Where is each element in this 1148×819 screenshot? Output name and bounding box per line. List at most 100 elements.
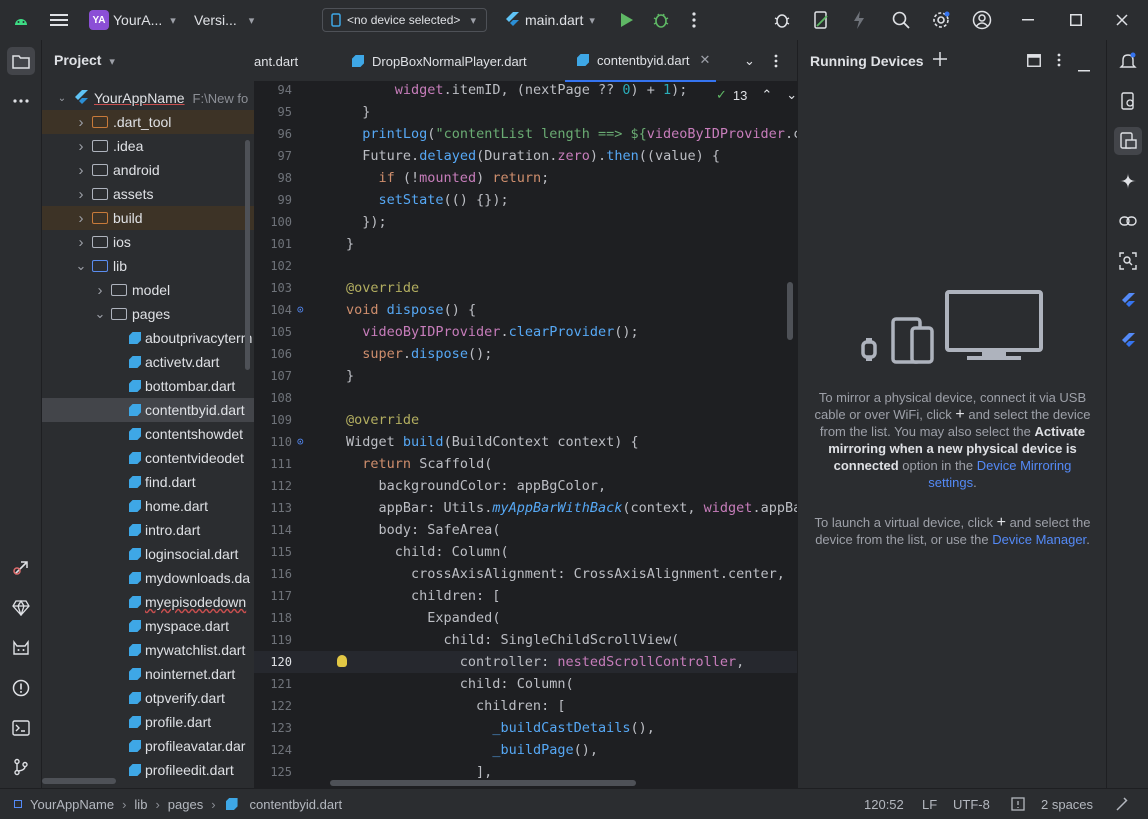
more-tools-icon[interactable] — [7, 87, 35, 115]
tree-item[interactable]: profile.dart — [42, 710, 254, 734]
git-branch-icon[interactable] — [7, 753, 35, 781]
file-encoding[interactable]: UTF-8 — [953, 797, 990, 812]
tree-item[interactable]: bottombar.dart — [42, 374, 254, 398]
breadcrumb-lib[interactable]: lib — [134, 797, 147, 812]
chevron-down-icon[interactable]: ⌄ — [92, 306, 108, 322]
code-line[interactable]: 103 @override — [254, 277, 797, 299]
tree-item[interactable]: intro.dart — [42, 518, 254, 542]
tree-item[interactable]: › model — [42, 278, 254, 302]
code-line[interactable]: 114 body: SafeArea( — [254, 519, 797, 541]
code-line[interactable]: 113 appBar: Utils.myAppBarWithBack(conte… — [254, 497, 797, 519]
inspection-widget[interactable]: ✓ 13 ⌃ ⌄ — [716, 84, 797, 106]
account-icon[interactable] — [972, 0, 992, 40]
gemini-sparkle-icon[interactable] — [1114, 167, 1142, 195]
flutter-performance-icon[interactable] — [1114, 327, 1142, 355]
code-line[interactable]: 98 if (!mounted) return; — [254, 167, 797, 189]
code-line[interactable]: 96 printLog("contentList length ==> ${vi… — [254, 123, 797, 145]
chevron-down-icon[interactable]: ⌄ — [73, 258, 89, 274]
search-icon[interactable] — [892, 0, 910, 40]
override-gutter-icon[interactable]: ⊙ — [297, 299, 304, 321]
tree-item[interactable]: mydownloads.da — [42, 566, 254, 590]
override-gutter-icon[interactable]: ⊙ — [297, 431, 304, 453]
tree-item[interactable]: ⌄ pages — [42, 302, 254, 326]
code-line[interactable]: 101} — [254, 233, 797, 255]
code-line[interactable]: 119 child: SingleChildScrollView( — [254, 629, 797, 651]
project-vertical-scrollbar[interactable] — [245, 140, 250, 370]
tab-dropboxnormalplayer[interactable]: DropBoxNormalPlayer.dart — [350, 40, 527, 82]
layout-inspector-icon[interactable] — [1114, 247, 1142, 275]
panel-layout-icon[interactable] — [1027, 54, 1041, 70]
hot-reload-icon[interactable] — [853, 0, 865, 40]
code-line[interactable]: 108 — [254, 387, 797, 409]
code-line[interactable]: 102 — [254, 255, 797, 277]
tree-item[interactable]: contentvideodet — [42, 446, 254, 470]
project-panel-title[interactable]: Project ▾ — [54, 52, 115, 68]
code-line[interactable]: 99 setState(() {}); — [254, 189, 797, 211]
chevron-right-icon[interactable]: › — [73, 114, 89, 131]
code-line[interactable]: 120 controller: nestedScrollController, — [254, 651, 797, 673]
link-icon[interactable] — [1114, 207, 1142, 235]
code-line[interactable]: 97 Future.delayed(Duration.zero).then((v… — [254, 145, 797, 167]
close-window-icon[interactable] — [1116, 0, 1128, 40]
logcat-cat-icon[interactable] — [7, 634, 35, 662]
chevron-right-icon[interactable]: › — [73, 234, 89, 251]
code-line[interactable]: 104 void dispose() {⊙ — [254, 299, 797, 321]
notifications-bell-icon[interactable] — [1114, 47, 1142, 75]
main-menu-icon[interactable] — [50, 0, 68, 40]
minimize-window-icon[interactable] — [1022, 0, 1034, 40]
flutter-outline-icon[interactable] — [1114, 287, 1142, 315]
code-line[interactable]: 112 backgroundColor: appBgColor, — [254, 475, 797, 497]
lightbulb-icon[interactable] — [337, 655, 347, 667]
device-manager-link[interactable]: Device Manager — [992, 532, 1086, 547]
terminal-icon[interactable] — [7, 714, 35, 742]
code-line[interactable]: 100 }); — [254, 211, 797, 233]
tree-item[interactable]: › android — [42, 158, 254, 182]
debug-icon[interactable] — [652, 0, 670, 40]
breadcrumb-project[interactable]: YourAppName — [30, 797, 114, 812]
device-explorer-icon[interactable] — [1114, 87, 1142, 115]
run-icon[interactable] — [620, 0, 634, 40]
device-selector[interactable]: <no device selected> ▾ — [322, 8, 487, 32]
tree-item[interactable]: profileavatar.dar — [42, 734, 254, 758]
tree-item[interactable]: › build — [42, 206, 254, 230]
run-config-selector[interactable]: main.dart ▾ — [505, 0, 595, 40]
lock-write-icon[interactable] — [1116, 797, 1128, 814]
breadcrumb-file[interactable]: contentbyid.dart — [250, 797, 343, 812]
line-separator[interactable]: LF — [922, 797, 937, 812]
code-editor[interactable]: 94 widget.itemID, (nextPage ?? 0) + 1); 9… — [254, 82, 797, 788]
chevron-up-icon[interactable]: ⌃ — [761, 87, 772, 103]
tab-ant-dart[interactable]: ant.dart — [254, 40, 298, 82]
chevron-down-icon[interactable]: ⌄ — [786, 87, 797, 103]
panel-minimize-icon[interactable] — [1078, 60, 1090, 75]
tree-item[interactable]: › assets — [42, 182, 254, 206]
chevron-right-icon[interactable]: › — [73, 138, 89, 155]
add-device-plus-icon[interactable] — [933, 52, 947, 69]
project-widget[interactable]: YA YourA... ▾ — [89, 0, 176, 40]
readonly-toggle-icon[interactable] — [1011, 797, 1025, 814]
project-tool-folder-icon[interactable] — [7, 47, 35, 75]
tree-item[interactable]: activetv.dart — [42, 350, 254, 374]
tree-item[interactable]: › .idea — [42, 134, 254, 158]
indent-setting[interactable]: 2 spaces — [1041, 797, 1093, 812]
chevron-right-icon[interactable]: › — [73, 210, 89, 227]
chevron-right-icon[interactable]: › — [73, 162, 89, 179]
tree-item[interactable]: home.dart — [42, 494, 254, 518]
tabs-dropdown-chevron-icon[interactable]: ⌄ — [744, 40, 755, 82]
tree-item[interactable]: loginsocial.dart — [42, 542, 254, 566]
tree-item[interactable]: nointernet.dart — [42, 662, 254, 686]
tree-item[interactable]: find.dart — [42, 470, 254, 494]
code-line[interactable]: 116 crossAxisAlignment: CrossAxisAlignme… — [254, 563, 797, 585]
tabs-more-icon[interactable] — [774, 40, 778, 82]
code-line[interactable]: 122 children: [ — [254, 695, 797, 717]
panel-options-icon[interactable] — [1057, 53, 1061, 70]
tree-item[interactable]: contentshowdet — [42, 422, 254, 446]
tree-item[interactable]: › ios — [42, 230, 254, 254]
tree-item[interactable]: otpverify.dart — [42, 686, 254, 710]
editor-horizontal-scrollbar[interactable] — [330, 780, 636, 786]
code-line[interactable]: 124 _buildPage(), — [254, 739, 797, 761]
tree-item[interactable]: contentbyid.dart — [42, 398, 254, 422]
tree-item[interactable]: › .dart_tool — [42, 110, 254, 134]
close-tab-icon[interactable]: ✕ — [700, 52, 711, 68]
code-line[interactable]: 106 super.dispose(); — [254, 343, 797, 365]
code-line[interactable]: 109 @override — [254, 409, 797, 431]
